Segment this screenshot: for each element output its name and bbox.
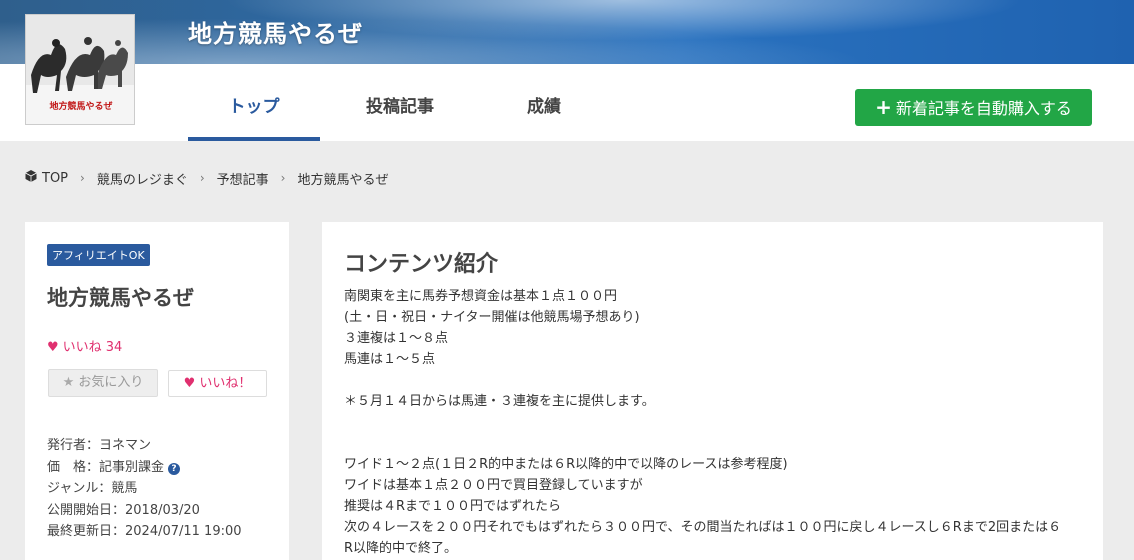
site-title: 地方競馬やるぜ — [188, 20, 363, 48]
content-line: (土・日・祝日・ナイター開催は他競馬場予想あり) — [344, 310, 640, 325]
meta-price-row: 価 格：記事別課金? — [47, 457, 242, 479]
tab-top[interactable]: トップ — [188, 64, 320, 141]
content-line: R以降的中で終了。 — [344, 541, 458, 556]
tab-posts[interactable]: 投稿記事 — [330, 64, 470, 141]
header-banner: 地方競馬やるぜ — [0, 0, 1134, 64]
breadcrumb-top[interactable]: TOP — [42, 171, 68, 186]
content-line: 南関東を主に馬券予想資金は基本１点１００円 — [344, 289, 618, 304]
star-icon: ★ — [62, 375, 75, 390]
plus-icon: + — [875, 95, 892, 119]
chevron-right-icon: › — [280, 171, 286, 185]
meta-publisher: 発行者：ヨネマン — [47, 438, 152, 453]
likes-label: いいね 34 — [62, 340, 123, 355]
help-icon[interactable]: ? — [168, 462, 181, 475]
auto-buy-button[interactable]: + 新着記事を自動購入する — [855, 89, 1092, 126]
heart-icon: ♥ — [183, 376, 196, 391]
sidebar-card: アフィリエイトOK 地方競馬やるぜ ♥ いいね 34 ★ お気に入り ♥ いいね！ 発… — [25, 222, 289, 560]
content-line: ＊５月１４日からは馬連・３連複を主に提供します。 — [344, 394, 655, 409]
content-line: ワイド１～２点(１日２R的中または６R以降的中で以降のレースは参考程度) — [344, 457, 788, 472]
meta-genre: ジャンル：競馬 — [47, 481, 138, 496]
likes-count: ♥ いいね 34 — [47, 336, 122, 355]
like-button[interactable]: ♥ いいね！ — [168, 370, 267, 397]
heart-icon: ♥ — [47, 340, 59, 355]
logo-text: 地方競馬やるぜ — [49, 102, 113, 112]
favorite-button[interactable]: ★ お気に入り — [48, 369, 158, 397]
content-line — [344, 370, 1084, 391]
content-line — [344, 412, 1084, 433]
article-meta: 発行者：ヨネマン 価 格：記事別課金? ジャンル：競馬 公開開始日：2018/0… — [47, 435, 242, 543]
site-logo[interactable]: 地方競馬やるぜ — [25, 14, 135, 125]
meta-start-date: 公開開始日：2018/03/20 — [47, 502, 200, 518]
content-card: コンテンツ紹介 南関東を主に馬券予想資金は基本１点１００円 (土・日・祝日・ナイ… — [322, 222, 1103, 560]
content-line: 次の４レースを２００円それでもはずれたら３００円で、その間当たればは１００円に戻… — [344, 520, 1062, 535]
auto-buy-label: 新着記事を自動購入する — [895, 99, 1072, 118]
content-line: ３連複は１～８点 — [344, 331, 449, 346]
content-line: ワイドは基本１点２００円で買目登録していますが — [344, 478, 643, 493]
sidebar-title: 地方競馬やるぜ — [47, 286, 194, 310]
content-intro-title: コンテンツ紹介 — [344, 252, 499, 277]
cube-icon — [25, 170, 37, 186]
content-line — [344, 433, 1084, 454]
content-line: 推奨は４Rまで１００円ではずれたら — [344, 499, 562, 514]
meta-price: 価 格：記事別課金 — [47, 459, 165, 475]
favorite-label: お気に入り — [78, 375, 144, 390]
content-line: 馬連は１～５点 — [344, 352, 436, 367]
breadcrumb-keiba-regimag[interactable]: 競馬のレジまぐ — [97, 169, 188, 188]
breadcrumb-prediction-articles[interactable]: 予想記事 — [217, 169, 269, 188]
tab-results[interactable]: 成績 — [480, 64, 608, 141]
chevron-right-icon: › — [80, 171, 85, 185]
breadcrumb: TOP › 競馬のレジまぐ › 予想記事 › 地方競馬やるぜ — [25, 169, 389, 188]
content-intro-body: 南関東を主に馬券予想資金は基本１点１００円 (土・日・祝日・ナイター開催は他競馬… — [344, 286, 1084, 559]
breadcrumb-current[interactable]: 地方競馬やるぜ — [297, 169, 388, 188]
meta-updated: 最終更新日：2024/07/11 19:00 — [47, 524, 242, 539]
chevron-right-icon: › — [199, 171, 205, 185]
affiliate-badge: アフィリエイトOK — [47, 244, 150, 266]
like-label: いいね！ — [199, 376, 252, 391]
